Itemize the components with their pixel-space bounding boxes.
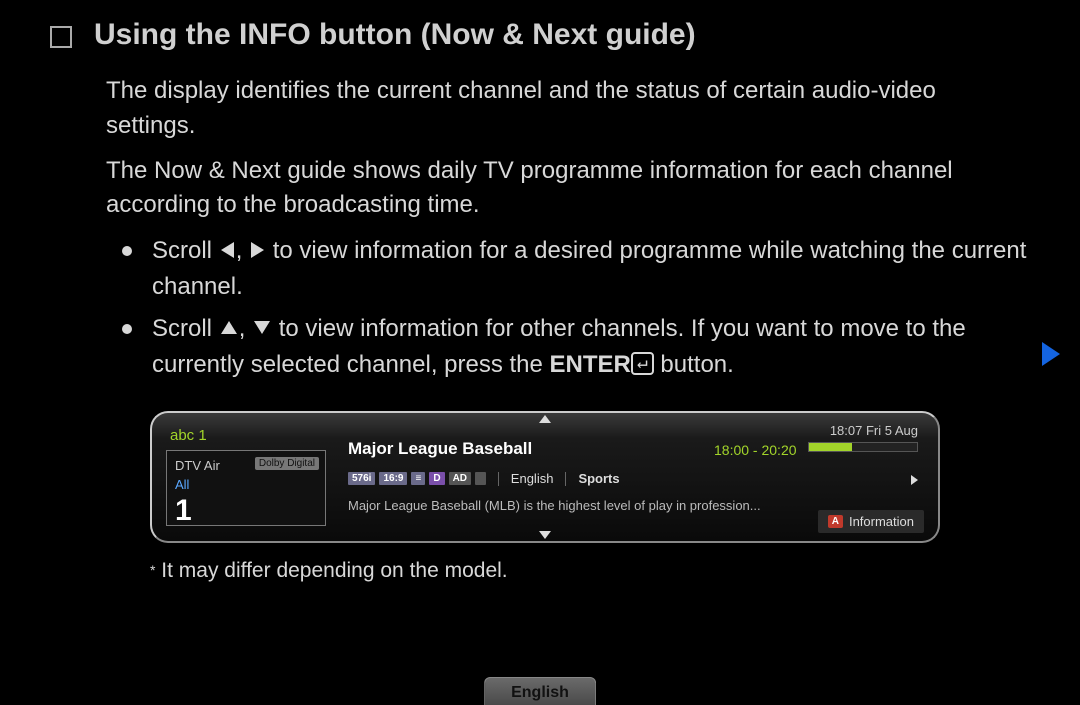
signal-type: DTV Air: [175, 458, 220, 473]
text: Scroll: [152, 237, 219, 264]
information-button[interactable]: A Information: [818, 510, 924, 533]
channel-number: 1: [175, 494, 317, 528]
red-a-icon: A: [828, 515, 843, 528]
aspect-badge: 16:9: [379, 472, 407, 485]
page-title: Using the INFO button (Now & Next guide): [94, 18, 696, 52]
language-tab[interactable]: English: [484, 677, 596, 705]
scroll-up-icon[interactable]: [539, 415, 551, 423]
right-arrow-icon: [251, 242, 264, 258]
ad-badge: AD: [449, 472, 471, 485]
progress-bar: [808, 442, 918, 452]
progress-fill: [809, 443, 852, 451]
resolution-badge: 576i: [348, 472, 375, 485]
enter-label: ENTER: [550, 351, 631, 378]
enter-icon: ↵: [631, 352, 654, 375]
guide-panel: 18:07 Fri 5 Aug abc 1 DTV Air Dolby Digi…: [150, 411, 940, 543]
instruction-item-1: Scroll , to view information for a desir…: [106, 233, 1030, 305]
footnote: * It may differ depending on the model.: [150, 559, 1030, 583]
information-label: Information: [849, 514, 914, 529]
footnote-text: It may differ depending on the model.: [155, 559, 507, 582]
channel-name: abc 1: [170, 427, 326, 444]
down-arrow-icon: [254, 321, 270, 334]
category-all: All: [175, 477, 317, 492]
genre: Sports: [578, 471, 619, 486]
up-arrow-icon: [221, 321, 237, 334]
instruction-list: Scroll , to view information for a desir…: [106, 233, 1030, 383]
channel-info: abc 1 DTV Air Dolby Digital All 1: [166, 427, 326, 526]
clock: 18:07 Fri 5 Aug: [830, 423, 918, 438]
d-badge: D: [429, 472, 444, 485]
text: to view information for a desired progra…: [152, 237, 1026, 300]
instruction-item-2: Scroll , to view information for other c…: [106, 311, 1030, 383]
subtitle-badge: ≡: [411, 472, 425, 485]
channel-box: DTV Air Dolby Digital All 1: [166, 450, 326, 526]
extra-badge: [475, 472, 486, 485]
divider: [498, 472, 499, 486]
scroll-right-icon[interactable]: [911, 475, 918, 485]
programme-time: 18:00 - 20:20: [714, 442, 797, 458]
divider: [565, 472, 566, 486]
left-arrow-icon: [221, 242, 234, 258]
section-icon: [50, 26, 72, 48]
programme-info: Major League Baseball 18:00 - 20:20 576i…: [348, 439, 920, 513]
asterisk-icon: *: [150, 562, 155, 578]
text: Scroll: [152, 315, 219, 342]
dolby-badge: Dolby Digital: [255, 457, 319, 470]
intro-para-1: The display identifies the current chann…: [106, 74, 1030, 144]
audio-language: English: [511, 471, 554, 486]
intro-para-2: The Now & Next guide shows daily TV prog…: [106, 154, 1030, 224]
text: button.: [660, 351, 733, 378]
scroll-down-icon[interactable]: [539, 531, 551, 539]
badge-row: 576i 16:9 ≡ D AD English Sports: [348, 471, 920, 486]
next-page-icon[interactable]: [1042, 342, 1060, 366]
